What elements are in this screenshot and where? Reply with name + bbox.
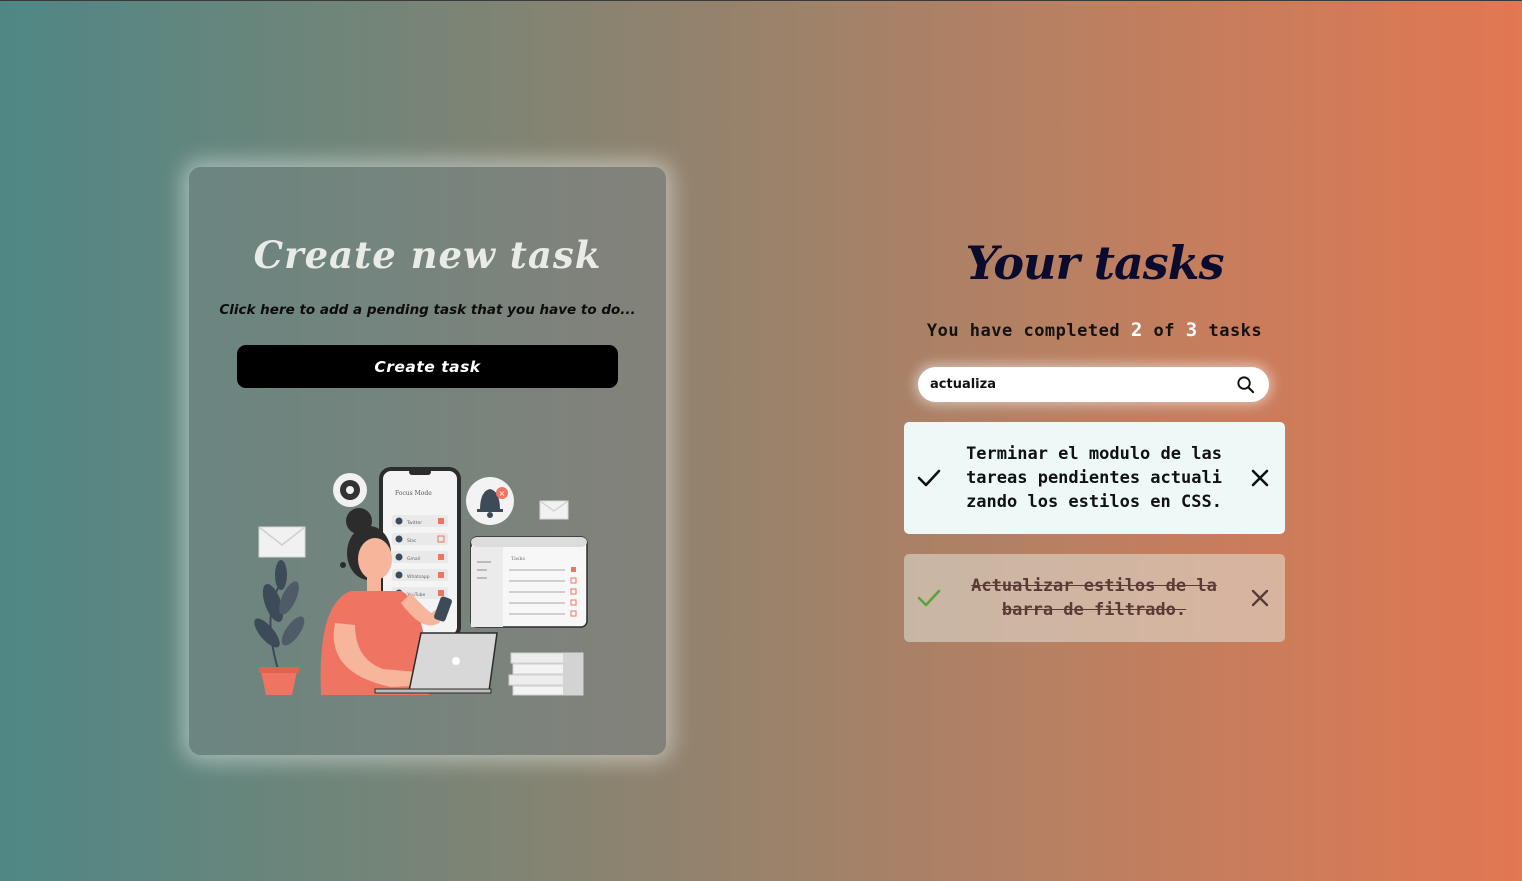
create-task-subtitle: Click here to add a pending task that yo… [219, 302, 636, 318]
phone-header: Focus Mode [395, 490, 432, 497]
task-item: Terminar el modulo de las tareas pendien… [904, 422, 1285, 534]
panel-title: Tasks [511, 556, 526, 562]
phone-app-label: Twitter [406, 520, 422, 526]
delete-task-button[interactable] [1249, 467, 1271, 489]
counter-suffix: tasks [1208, 321, 1263, 341]
plant-icon [254, 560, 305, 695]
phone-app-label: Whatsapp [407, 574, 430, 580]
create-task-title: Create new task [253, 233, 602, 277]
delete-task-button[interactable] [1249, 587, 1271, 609]
completed-count: 2 [1130, 319, 1143, 341]
close-icon [1251, 589, 1269, 607]
tasks-title: Your tasks [965, 236, 1225, 290]
close-icon [1251, 469, 1269, 487]
complete-task-button[interactable] [916, 465, 942, 491]
svg-text:×: × [499, 489, 506, 498]
check-icon [917, 589, 941, 607]
tasks-panel-mockup: Tasks [470, 536, 588, 628]
check-icon [917, 469, 941, 487]
counter-of: of [1153, 321, 1176, 341]
search-input[interactable] [930, 367, 1230, 402]
books-icon [508, 652, 584, 696]
bell-icon: × [466, 477, 514, 525]
task-text: Terminar el modulo de las tareas pendien… [966, 444, 1222, 512]
envelope-small-icon [539, 500, 569, 520]
complete-task-button[interactable] [916, 585, 942, 611]
search-bar [918, 367, 1269, 402]
phone-app-label: Gmail [407, 556, 420, 562]
task-text: Actualizar estilos de la barra de filtra… [971, 576, 1217, 620]
task-illustration: × Focus Mode Twitter Slac Gmail Whatsapp… [254, 467, 588, 696]
top-border [0, 0, 1522, 1]
phone-app-label: Slac [407, 538, 417, 544]
task-counter: You have completed 2 of 3 tasks [904, 319, 1285, 341]
create-task-button[interactable]: Create task [237, 345, 618, 388]
search-icon[interactable] [1236, 375, 1255, 394]
counter-prefix: You have completed [926, 321, 1121, 341]
envelope-icon [258, 526, 306, 558]
total-count: 3 [1185, 319, 1198, 341]
camera-icon [333, 473, 367, 507]
task-item-completed: Actualizar estilos de la barra de filtra… [904, 554, 1285, 642]
create-task-card: Create new task Click here to add a pend… [189, 167, 666, 755]
